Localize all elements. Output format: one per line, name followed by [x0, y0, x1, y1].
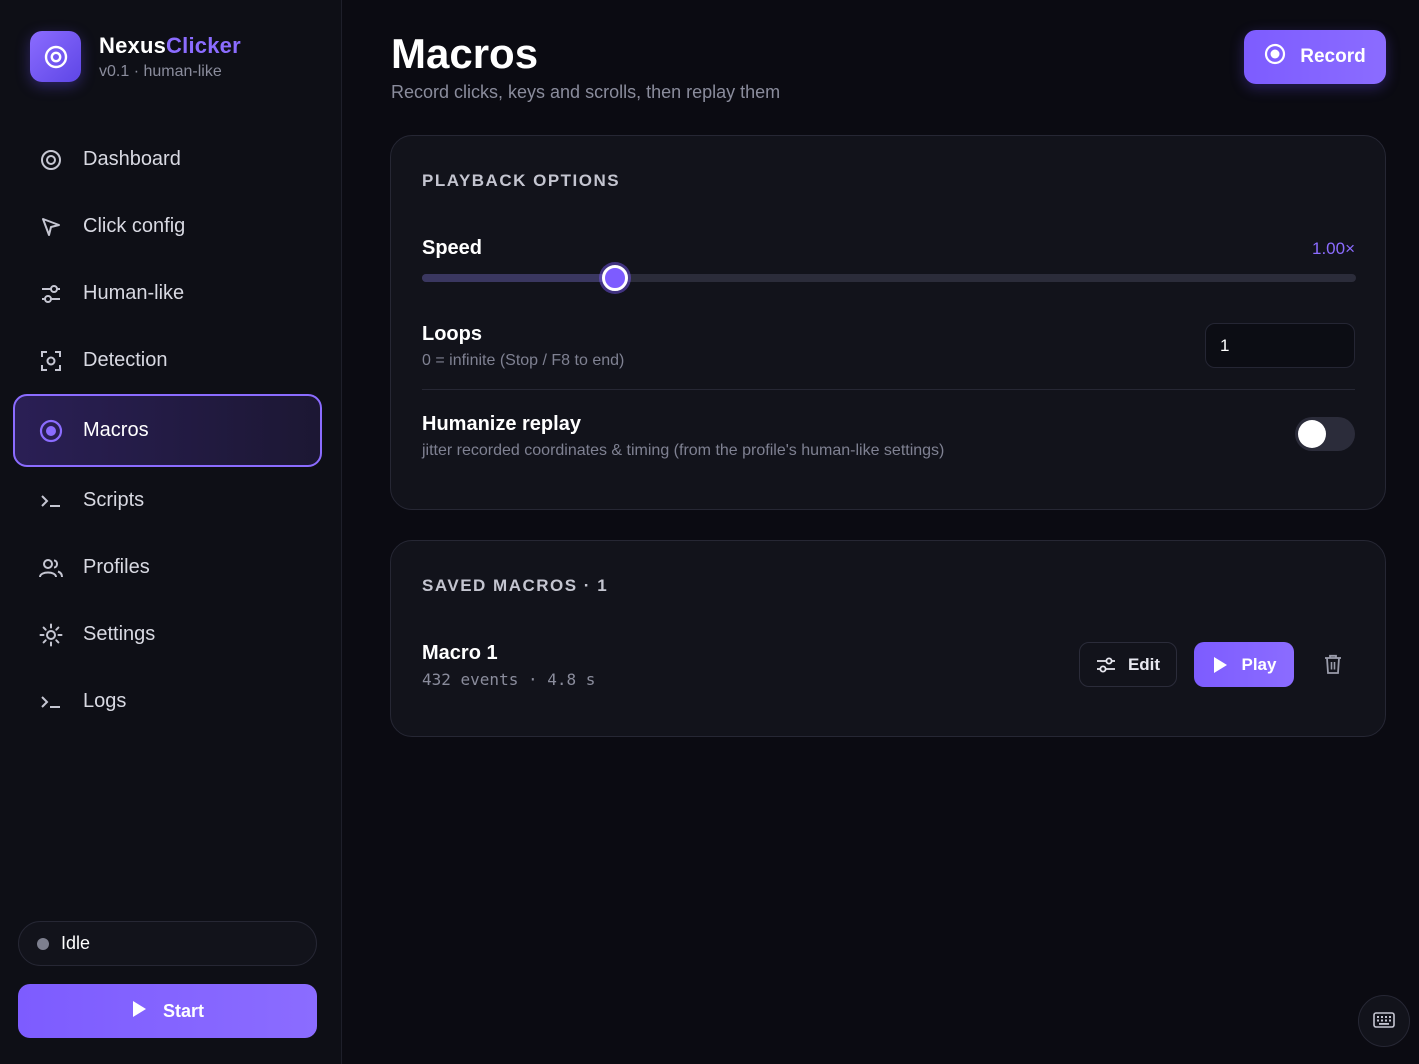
- sidebar-item-dashboard[interactable]: Dashboard: [13, 126, 322, 193]
- playback-options-card: PLAYBACK OPTIONS Speed 1.00× Loops 0 = i…: [390, 135, 1386, 510]
- record-button-label: Record: [1300, 46, 1366, 67]
- play-button-label: Play: [1241, 654, 1277, 674]
- record-button[interactable]: Record: [1244, 30, 1386, 84]
- sidebar-item-label: Macros: [83, 419, 149, 441]
- edit-button[interactable]: Edit: [1079, 642, 1177, 687]
- cursor-icon: [39, 215, 63, 239]
- sidebar-item-label: Settings: [83, 623, 156, 645]
- saved-macros-card: SAVED MACROS · 1 Macro 1 432 events · 4.…: [390, 540, 1386, 737]
- play-icon: [1212, 656, 1228, 674]
- macro-meta: 432 events · 4.8 s: [422, 670, 596, 689]
- play-button[interactable]: Play: [1194, 642, 1294, 687]
- sidebar-item-label: Profiles: [83, 556, 150, 578]
- humanize-toggle[interactable]: [1295, 417, 1355, 451]
- status-badge: Idle: [18, 921, 317, 966]
- sidebar-item-label: Scripts: [83, 489, 145, 511]
- sidebar-item-label: Logs: [83, 690, 127, 712]
- sidebar-item-logs[interactable]: Logs: [13, 668, 322, 735]
- loops-input[interactable]: [1205, 323, 1355, 368]
- play-icon: [131, 1000, 147, 1023]
- sidebar-item-label: Click config: [83, 215, 186, 237]
- brand-subtitle: v0.1 · human-like: [99, 62, 222, 80]
- sidebar-item-label: Dashboard: [83, 148, 181, 170]
- start-button[interactable]: Start: [18, 984, 317, 1038]
- section-title: SAVED MACROS · 1: [422, 576, 609, 595]
- brand-name-main: Nexus: [99, 32, 167, 58]
- sun-gear-icon: [39, 623, 63, 647]
- sidebar-nav: Dashboard Click config Human-like Detect…: [13, 126, 322, 735]
- speed-value: 1.00×: [1311, 239, 1355, 258]
- users-icon: [39, 556, 63, 580]
- status-label: Idle: [61, 933, 91, 953]
- sidebar-item-click-config[interactable]: Click config: [13, 193, 322, 260]
- sidebar-item-label: Detection: [83, 349, 168, 371]
- sliders-icon: [1096, 656, 1116, 674]
- sidebar-item-detection[interactable]: Detection: [13, 327, 322, 394]
- sliders-icon: [39, 282, 63, 306]
- speed-slider-fill: [422, 274, 616, 282]
- app-window: NexusClicker v0.1 · human-like Dashboard…: [0, 0, 1419, 1064]
- toggle-knob: [1298, 420, 1326, 448]
- macro-name: Macro 1: [422, 642, 498, 664]
- section-title: PLAYBACK OPTIONS: [422, 171, 621, 190]
- sidebar-item-settings[interactable]: Settings: [13, 601, 322, 668]
- humanize-help: jitter recorded coordinates & timing (fr…: [422, 442, 945, 459]
- main-content: Macros Record clicks, keys and scrolls, …: [342, 0, 1419, 1064]
- humanize-label: Humanize replay: [422, 413, 581, 435]
- sidebar: NexusClicker v0.1 · human-like Dashboard…: [0, 0, 342, 1064]
- sidebar-item-scripts[interactable]: Scripts: [13, 467, 322, 534]
- status-dot-icon: [37, 937, 49, 950]
- divider: [422, 389, 1355, 390]
- trash-icon: [1324, 654, 1342, 677]
- brand-name: NexusClicker: [99, 33, 241, 59]
- sidebar-item-profiles[interactable]: Profiles: [13, 534, 322, 601]
- brand-logo-icon: [30, 31, 81, 82]
- speed-slider[interactable]: [422, 265, 1356, 291]
- sidebar-item-label: Human-like: [83, 282, 185, 304]
- keyboard-icon: [1373, 1011, 1395, 1031]
- record-icon: [39, 419, 63, 443]
- loops-help: 0 = infinite (Stop / F8 to end): [422, 352, 625, 369]
- brand: NexusClicker v0.1 · human-like: [30, 31, 241, 82]
- keyboard-shortcuts-button[interactable]: [1358, 995, 1410, 1047]
- dashboard-icon: [39, 148, 63, 172]
- record-icon: [1264, 43, 1286, 71]
- terminal-icon: [39, 489, 63, 513]
- page-subtitle: Record clicks, keys and scrolls, then re…: [391, 82, 781, 102]
- sidebar-item-macros[interactable]: Macros: [13, 394, 322, 467]
- terminal-icon: [39, 690, 63, 714]
- brand-name-accent: Clicker: [166, 32, 241, 58]
- delete-button[interactable]: [1319, 651, 1347, 679]
- page-title: Macros: [391, 30, 539, 77]
- scan-icon: [39, 349, 63, 373]
- start-button-label: Start: [162, 1000, 204, 1021]
- sidebar-item-human-like[interactable]: Human-like: [13, 260, 322, 327]
- speed-label: Speed: [422, 237, 483, 259]
- loops-label: Loops: [422, 323, 482, 345]
- edit-button-label: Edit: [1127, 654, 1161, 674]
- speed-slider-thumb[interactable]: [602, 265, 629, 291]
